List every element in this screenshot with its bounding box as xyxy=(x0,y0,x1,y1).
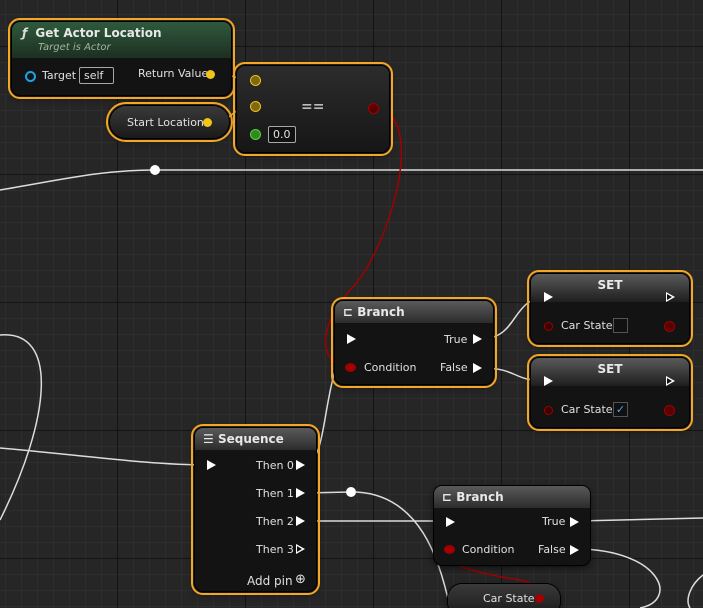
tolerance-field[interactable]: 0.0 xyxy=(268,126,296,143)
add-pin-icon[interactable]: ⊕ xyxy=(295,572,306,587)
false-exec-pin[interactable] xyxy=(570,545,579,555)
car-state-out-pin[interactable] xyxy=(664,321,675,332)
add-pin-label[interactable]: Add pin xyxy=(247,574,293,588)
car-state-label: Car State xyxy=(561,319,613,332)
car-state-in-pin[interactable] xyxy=(544,406,553,415)
exec-wire xyxy=(577,548,661,608)
car-state-checkbox[interactable]: ✓ xyxy=(613,402,628,417)
target-pin[interactable] xyxy=(25,71,36,82)
return-value-label: Return Value xyxy=(138,67,209,80)
false-label: False xyxy=(538,543,566,556)
then-2-label: Then 2 xyxy=(256,515,294,528)
node-title: Get Actor Location xyxy=(35,26,162,40)
exec-in-pin[interactable] xyxy=(544,376,553,386)
exec-in-pin[interactable] xyxy=(544,292,553,302)
car-state-getter-pin[interactable] xyxy=(535,594,544,603)
equals-node[interactable]: 0.0 == xyxy=(233,62,393,156)
set-node-2[interactable]: SET Car State ✓ xyxy=(527,354,693,431)
sequence-node[interactable]: ☰ Sequence Then 0 Then 1 Then 2 Then 3 A… xyxy=(191,424,320,595)
condition-pin[interactable] xyxy=(345,363,356,372)
branch-node-1[interactable]: ⊏ Branch True Condition False xyxy=(331,297,497,388)
branch-icon: ⊏ xyxy=(343,305,354,319)
node-title: SET xyxy=(597,362,623,376)
then-0-label: Then 0 xyxy=(256,459,294,472)
exec-in-pin[interactable] xyxy=(207,460,216,470)
condition-pin[interactable] xyxy=(444,545,455,554)
then-1-pin[interactable] xyxy=(296,488,305,498)
then-0-pin[interactable] xyxy=(296,460,305,470)
node-header: ⊏ Branch xyxy=(335,301,493,323)
start-location-node[interactable]: Start Location xyxy=(106,102,233,142)
blueprint-graph-canvas[interactable]: ƒ Get Actor Location Target is Actor Tar… xyxy=(0,0,703,608)
car-state-out-pin[interactable] xyxy=(664,405,675,416)
get-actor-location-node[interactable]: ƒ Get Actor Location Target is Actor Tar… xyxy=(8,18,235,99)
node-title: Sequence xyxy=(217,432,284,446)
car-state-getter-label: Car State xyxy=(483,592,535,605)
tolerance-pin[interactable] xyxy=(250,129,261,140)
target-label: Target xyxy=(42,69,77,82)
return-value-pin[interactable] xyxy=(206,70,215,79)
node-title: SET xyxy=(597,278,623,292)
exec-in-pin[interactable] xyxy=(446,517,455,527)
target-value-field[interactable]: self xyxy=(79,67,114,84)
exec-wire xyxy=(0,334,43,521)
exec-in-pin[interactable] xyxy=(347,334,356,344)
then-1-label: Then 1 xyxy=(256,487,294,500)
car-state-label: Car State xyxy=(561,403,613,416)
reroute-node xyxy=(346,487,356,497)
car-state-in-pin[interactable] xyxy=(544,322,553,331)
condition-label: Condition xyxy=(462,543,515,556)
start-location-pin[interactable] xyxy=(203,118,212,127)
true-label: True xyxy=(444,333,468,346)
node-header: ☰ Sequence xyxy=(195,428,316,450)
node-subtitle: Target is Actor xyxy=(38,42,111,53)
false-exec-pin[interactable] xyxy=(473,363,482,373)
set-node-1[interactable]: SET Car State xyxy=(527,270,693,347)
function-icon: ƒ xyxy=(22,26,28,40)
exec-wire xyxy=(0,447,208,466)
a-input-pin[interactable] xyxy=(250,75,261,86)
exec-out-pin[interactable] xyxy=(666,292,675,302)
result-pin[interactable] xyxy=(368,103,379,114)
exec-out-pin[interactable] xyxy=(666,376,675,386)
then-3-label: Then 3 xyxy=(256,543,294,556)
reroute-node xyxy=(150,165,160,175)
branch-icon: ⊏ xyxy=(442,490,453,504)
true-exec-pin[interactable] xyxy=(473,334,482,344)
branch-node-2[interactable]: ⊏ Branch True Condition False xyxy=(434,486,590,565)
b-input-pin[interactable] xyxy=(250,101,261,112)
equals-operator: == xyxy=(301,99,325,115)
car-state-checkbox[interactable] xyxy=(613,318,628,333)
condition-label: Condition xyxy=(364,361,417,374)
car-state-getter-node[interactable]: Car State xyxy=(448,584,560,608)
then-2-pin[interactable] xyxy=(296,516,305,526)
node-header: ⊏ Branch xyxy=(434,486,590,508)
node-title: Branch xyxy=(357,305,405,319)
sequence-icon: ☰ xyxy=(203,432,214,446)
true-label: True xyxy=(542,515,566,528)
start-location-label: Start Location xyxy=(127,116,204,129)
then-3-pin[interactable] xyxy=(296,544,305,554)
true-exec-pin[interactable] xyxy=(570,517,579,527)
exec-wire xyxy=(687,574,703,608)
node-title: Branch xyxy=(456,490,504,504)
false-label: False xyxy=(440,361,468,374)
exec-wire xyxy=(577,517,703,522)
exec-wire xyxy=(0,169,703,191)
